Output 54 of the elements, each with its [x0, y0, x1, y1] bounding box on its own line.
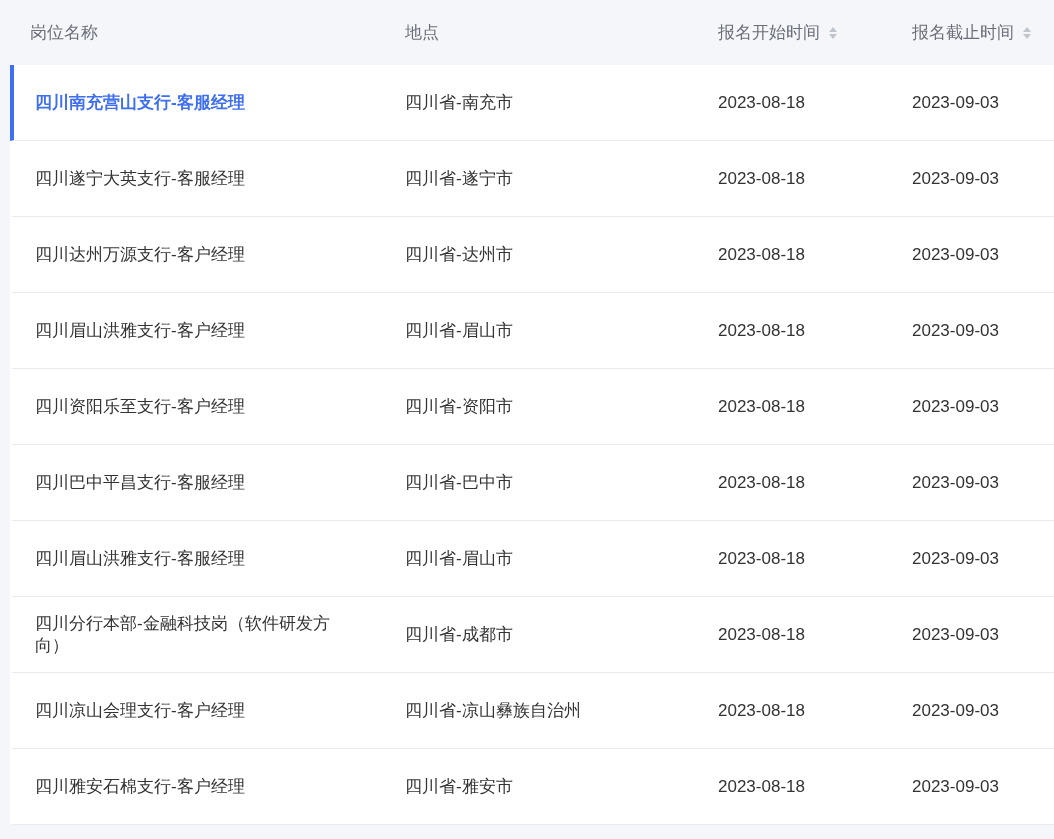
table-cell: 四川眉山洪雅支行-客服经理	[35, 547, 245, 570]
table-cell: 2023-09-03	[912, 91, 999, 114]
table-cell: 2023-09-03	[912, 547, 999, 570]
table-cell: 四川省-雅安市	[405, 775, 513, 798]
table-row[interactable]: 四川眉山洪雅支行-客户经理 四川省-眉山市 2023-08-18 2023-09-03	[10, 293, 1054, 369]
table-cell: 2023-08-18	[718, 547, 805, 570]
table-cell: 2023-08-18	[718, 395, 805, 418]
table-cell: 2023-09-03	[912, 243, 999, 266]
table-cell: 2023-08-18	[718, 91, 805, 114]
table-cell: 2023-09-03	[912, 395, 999, 418]
table-cell: 2023-08-18	[718, 775, 805, 798]
table-row[interactable]: 四川南充营山支行-客服经理 四川省-南充市 2023-08-18 2023-09-03	[10, 65, 1054, 141]
table-cell: 四川南充营山支行-客服经理	[35, 91, 245, 114]
table-cell: 四川达州万源支行-客户经理	[35, 243, 245, 266]
table-row[interactable]: 四川资阳乐至支行-客户经理 四川省-资阳市 2023-08-18 2023-09-03	[10, 369, 1054, 445]
table-cell: 四川凉山会理支行-客户经理	[35, 699, 245, 722]
table-cell: 四川资阳乐至支行-客户经理	[35, 395, 245, 418]
table-cell: 四川巴中平昌支行-客服经理	[35, 471, 245, 494]
table-cell: 2023-09-03	[912, 775, 999, 798]
table-cell: 四川省-凉山彝族自治州	[405, 699, 581, 722]
table-row[interactable]: 四川分行本部-金融科技岗（软件研发方向） 四川省-成都市 2023-08-18 2023-09-03	[10, 597, 1054, 673]
column-header: 报名开始时间	[718, 22, 820, 44]
table-row[interactable]: 四川雅安石棉支行-客户经理 四川省-雅安市 2023-08-18 2023-09-03	[10, 749, 1054, 825]
table-cell: 2023-09-03	[912, 699, 999, 722]
table-cell-text: 四川分行本部-金融科技岗（软件研发方向）	[35, 613, 331, 656]
table-cell: 四川省-资阳市	[405, 395, 513, 418]
table-cell: 四川省-眉山市	[405, 547, 513, 570]
table-cell: 2023-08-18	[718, 699, 805, 722]
table-cell: 四川遂宁大英支行-客服经理	[35, 167, 245, 190]
table-cell: 四川雅安石棉支行-客户经理	[35, 775, 245, 798]
table-cell: 2023-08-18	[718, 243, 805, 266]
table-cell: 四川省-成都市	[405, 623, 513, 646]
table-cell: 四川省-眉山市	[405, 319, 513, 342]
table-cell: 四川眉山洪雅支行-客户经理	[35, 319, 245, 342]
table-row[interactable]: 四川凉山会理支行-客户经理 四川省-凉山彝族自治州 2023-08-18 2023-09-03	[10, 673, 1054, 749]
table-cell: 四川省-遂宁市	[405, 167, 513, 190]
table-cell: 2023-08-18	[718, 319, 805, 342]
column-header: 报名截止时间	[912, 22, 1014, 44]
table-cell: 四川省-南充市	[405, 91, 513, 114]
table-cell: 2023-09-03	[912, 471, 999, 494]
table-cell: 四川省-巴中市	[405, 471, 513, 494]
table-row[interactable]: 四川眉山洪雅支行-客服经理 四川省-眉山市 2023-08-18 2023-09-03	[10, 521, 1054, 597]
table-row[interactable]: 四川遂宁大英支行-客服经理 四川省-遂宁市 2023-08-18 2023-09-03	[10, 141, 1054, 217]
table-cell: 四川省-达州市	[405, 243, 513, 266]
table-cell: 2023-08-18	[718, 623, 805, 646]
table-cell: 2023-09-03	[912, 167, 999, 190]
column-header: 地点	[405, 22, 439, 44]
table-cell: 2023-09-03	[912, 623, 999, 646]
table-cell: 2023-09-03	[912, 319, 999, 342]
table-cell: 2023-08-18	[718, 471, 805, 494]
column-header: 岗位名称	[30, 22, 98, 44]
table-cell: 2023-08-18	[718, 167, 805, 190]
table-row[interactable]: 四川巴中平昌支行-客服经理 四川省-巴中市 2023-08-18 2023-09-03	[10, 445, 1054, 521]
table-row[interactable]: 四川达州万源支行-客户经理 四川省-达州市 2023-08-18 2023-09-03	[10, 217, 1054, 293]
